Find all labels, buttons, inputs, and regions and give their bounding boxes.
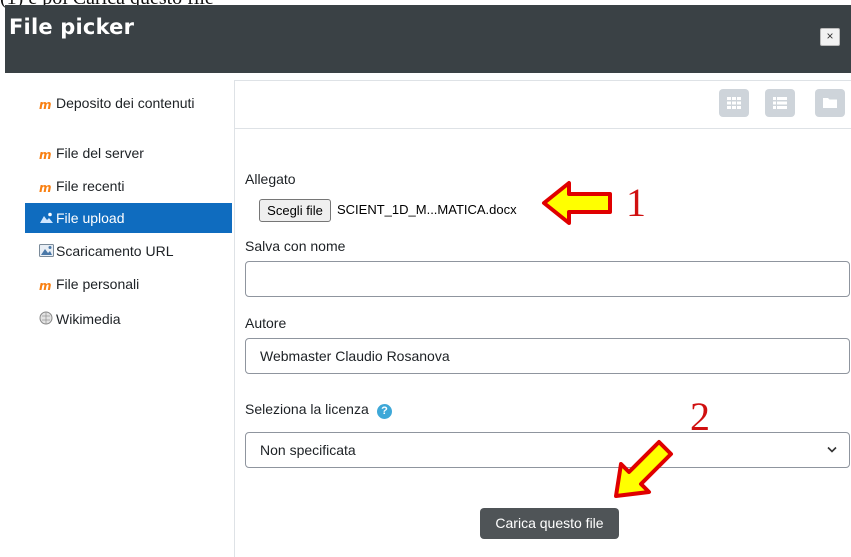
license-select[interactable]: Non specificata (245, 432, 850, 468)
sidebar-item-file-upload[interactable]: File upload (25, 203, 232, 233)
sidebar-item-label: File personali (56, 276, 140, 292)
dialog-header: File picker × (5, 5, 851, 73)
view-toolbar (235, 80, 851, 129)
annotation-arrow-left (542, 181, 612, 225)
upload-icon (39, 204, 54, 223)
annotation-number-2: 2 (690, 394, 710, 439)
sidebar-item-label: Wikimedia (56, 311, 121, 327)
save-as-label: Salva con nome (245, 238, 346, 254)
sidebar-item-label: File upload (56, 210, 125, 226)
folder-view-icon (823, 98, 837, 108)
sidebar-item-file-del-server[interactable]: m File del server (25, 138, 232, 168)
sidebar-item-file-recenti[interactable]: m File recenti (25, 171, 232, 201)
grid-view-icon (727, 97, 741, 109)
upload-file-button[interactable]: Carica questo file (480, 508, 619, 539)
file-upload-panel (234, 80, 851, 557)
sidebar-item-wikimedia[interactable]: Wikimedia (25, 304, 232, 334)
list-view-button[interactable] (765, 89, 795, 117)
sidebar-item-scaricamento-url[interactable]: Scaricamento URL (25, 236, 232, 266)
choose-file-button[interactable]: Scegli file (259, 199, 331, 222)
moodle-icon: m (39, 98, 52, 112)
wikimedia-icon (39, 305, 54, 325)
attachment-label: Allegato (245, 171, 296, 187)
moodle-icon: m (39, 181, 52, 195)
license-label: Seleziona la licenza (245, 401, 369, 417)
author-label: Autore (245, 315, 287, 331)
save-as-input[interactable] (245, 261, 850, 297)
close-button[interactable]: × (820, 28, 840, 46)
sidebar-item-label: Scaricamento URL (56, 243, 174, 259)
chevron-down-icon (827, 446, 837, 453)
list-view-icon (773, 97, 787, 109)
sidebar-item-deposito[interactable]: m Deposito dei contenuti (25, 90, 232, 138)
moodle-icon: m (39, 148, 52, 162)
sidebar-item-file-personali[interactable]: m File personali (25, 269, 232, 299)
author-input[interactable]: Webmaster Claudio Rosanova (245, 338, 850, 374)
sidebar-item-label: File del server (56, 145, 144, 161)
sidebar-item-label: File recenti (56, 178, 125, 194)
grid-view-button[interactable] (719, 89, 749, 117)
chosen-file-name: SCIENT_1D_M...MATICA.docx (337, 202, 517, 217)
annotation-arrow-down-left (614, 440, 673, 498)
license-selected-value: Non specificata (260, 442, 356, 458)
help-icon[interactable]: ? (377, 404, 392, 419)
folder-view-button[interactable] (815, 89, 845, 117)
dialog-title: File picker (9, 15, 135, 39)
url-download-icon (39, 237, 54, 257)
moodle-icon: m (39, 279, 52, 293)
annotation-number-1: 1 (626, 180, 646, 225)
sidebar-item-label: Deposito dei contenuti (56, 95, 195, 111)
